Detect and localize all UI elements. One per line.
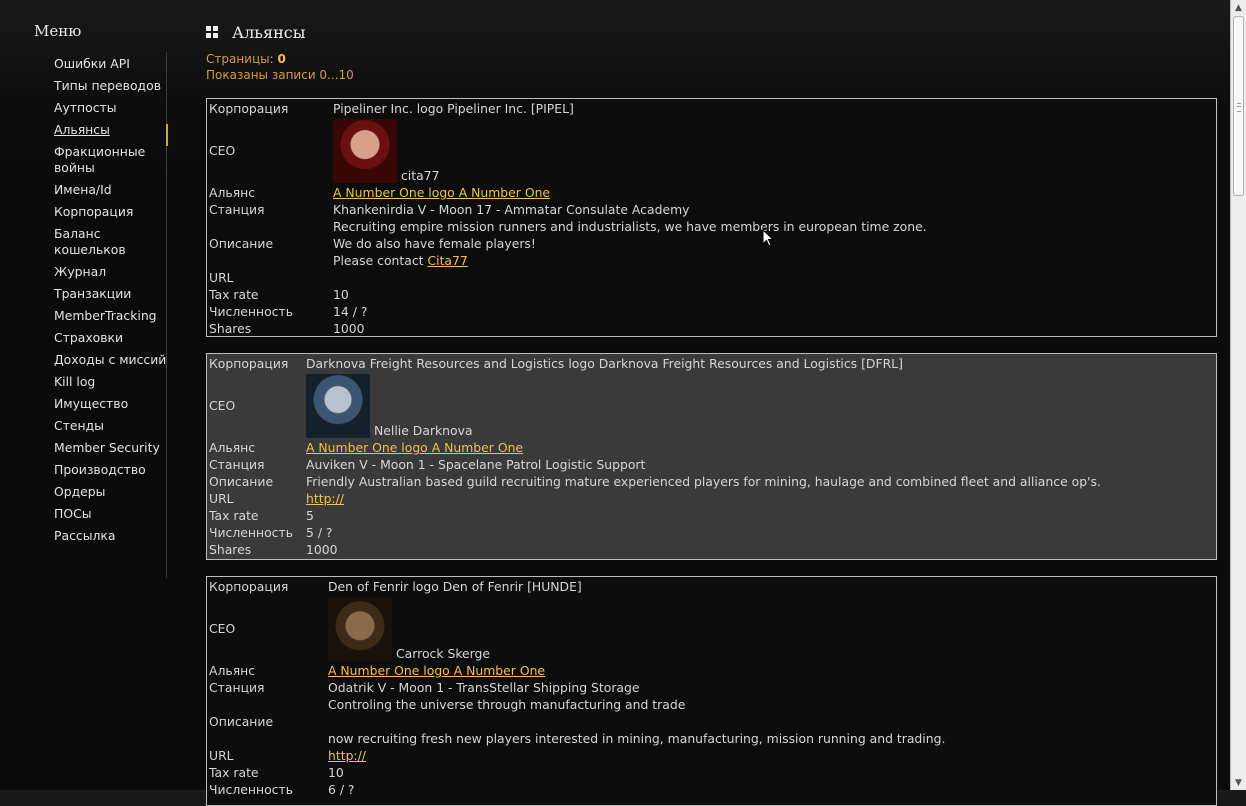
corp-name: Den of Fenrir logo Den of Fenrir [HUNDE] [328,579,582,594]
tax-rate-label: Tax rate [209,287,259,302]
tax-rate-value: 10 [328,765,344,780]
url-label: URL [209,491,234,506]
tax-rate-label: Tax rate [209,765,259,780]
alliance-link[interactable]: A Number One logo A Number One [328,663,545,678]
sidebar-item-transfer-types[interactable]: Типы переводов [54,78,168,94]
sidebar-item-names-id[interactable]: Имена/Id [54,182,168,198]
ceo-label: CEO [209,143,236,158]
pages-label: Страницы: [206,52,274,66]
alliance-link[interactable]: A Number One logo A Number One [306,440,523,455]
sidebar-item-mailing[interactable]: Рассылка [54,528,168,544]
url-link[interactable]: http:// [306,491,344,506]
corp-label: Корпорация [209,579,289,594]
corp-card: Корпорация Darknova Freight Resources and… [206,353,1217,560]
sidebar-menu: Ошибки API Типы переводов Аутпосты Альян… [54,56,168,550]
members-label: Численность [209,525,294,540]
tax-rate-value: 10 [333,287,349,302]
scrollbar-thumb[interactable] [1233,16,1244,196]
corp-label: Корпорация [209,356,289,371]
alliance-label: Альянс [209,663,256,678]
corp-label: Корпорация [209,101,289,116]
corp-name: Pipeliner Inc. logo Pipeliner Inc. [PIPE… [333,101,574,116]
sidebar-item-alliances[interactable]: Альянсы [54,122,168,138]
url-label: URL [209,748,234,763]
sidebar-item-outposts[interactable]: Аутпосты [54,100,168,116]
sidebar-item-member-tracking[interactable]: MemberTracking [54,308,168,324]
pages-value: 0 [277,52,286,66]
tax-rate-label: Tax rate [209,508,259,523]
url-link[interactable]: http:// [328,748,366,763]
sidebar-item-insurance[interactable]: Страховки [54,330,168,346]
station-label: Станция [209,457,265,472]
description-label: Описание [209,714,274,729]
sidebar-item-member-security[interactable]: Member Security [54,440,168,456]
ceo-name: Nellie Darknova [374,422,473,438]
tax-rate-value: 5 [306,508,314,523]
corp-name: Darknova Freight Resources and Logistics… [306,356,903,371]
members-value: 5 / ? [306,525,333,540]
sidebar-item-orders[interactable]: Ордеры [54,484,168,500]
grid-icon [206,26,218,38]
page-title: Альянсы [232,22,306,42]
ceo-portrait [306,373,370,438]
shares-label: Shares [209,321,252,336]
scroll-down-icon[interactable]: ▼ [1231,775,1246,790]
pagination-info: Страницы: 0 Показаны записи 0...10 [206,51,354,83]
description-value: Recruiting empire mission runners and in… [333,219,927,268]
description-value: Controling the universe through manufact… [328,697,946,746]
sidebar-item-stands[interactable]: Стенды [54,418,168,434]
sidebar-item-corporation[interactable]: Корпорация [54,204,168,220]
corp-card: Корпорация Pipeliner Inc. logo Pipeliner … [206,98,1217,337]
ceo-name: Carrock Skerge [396,645,491,661]
shares-value: 1000 [333,321,365,336]
sidebar-item-production[interactable]: Производство [54,462,168,478]
sidebar-item-transactions[interactable]: Транзакции [54,286,168,302]
alliance-label: Альянс [209,440,256,455]
description-label: Описание [209,236,274,251]
station-label: Станция [209,680,265,695]
members-label: Численность [209,304,294,319]
sidebar-item-api-errors[interactable]: Ошибки API [54,56,168,72]
vertical-scrollbar[interactable]: ▲ ▼ [1230,0,1246,790]
sidebar-item-assets[interactable]: Имущество [54,396,168,412]
sidebar-item-pos[interactable]: ПОСы [54,506,168,522]
sidebar-item-wallet-balance[interactable]: Баланс кошельков [54,226,168,258]
sidebar-item-faction-wars[interactable]: Фракционные войны [54,144,168,176]
ceo-name: cita77 [401,167,440,183]
ceo-label: CEO [209,621,236,636]
description-label: Описание [209,474,274,489]
contact-link[interactable]: Cita77 [427,253,467,268]
station-value: Auviken V - Moon 1 - Spacelane Patrol Lo… [306,457,646,472]
description-value: Friendly Australian based guild recruiti… [306,474,1101,489]
alliance-link[interactable]: A Number One logo A Number One [333,185,550,200]
station-value: Khankenirdia V - Moon 17 - Ammatar Consu… [333,202,690,217]
menu-title: Меню [34,22,82,40]
mouse-cursor-icon [762,229,774,247]
shares-value: 1000 [306,542,338,557]
url-label: URL [209,270,234,285]
ceo-portrait [333,118,397,183]
ceo-label: CEO [209,398,236,413]
sidebar-item-journal[interactable]: Журнал [54,264,168,280]
sidebar: Меню Ошибки API Типы переводов Аутпосты … [0,0,170,790]
scroll-up-icon[interactable]: ▲ [1231,0,1246,15]
sidebar-item-mission-income[interactable]: Доходы с миссий [54,352,168,368]
sidebar-item-kill-log[interactable]: Kill log [54,374,168,390]
alliance-label: Альянс [209,185,256,200]
page-header: Альянсы [206,22,305,42]
members-value: 14 / ? [333,304,368,319]
shares-label: Shares [209,542,252,557]
records-label: Показаны записи 0...10 [206,68,354,82]
corp-card: Корпорация Den of Fenrir logo Den of Fenr… [206,576,1217,806]
ceo-portrait [328,596,392,661]
station-label: Станция [209,202,265,217]
station-value: Odatrik V - Moon 1 - TransStellar Shippi… [328,680,640,695]
